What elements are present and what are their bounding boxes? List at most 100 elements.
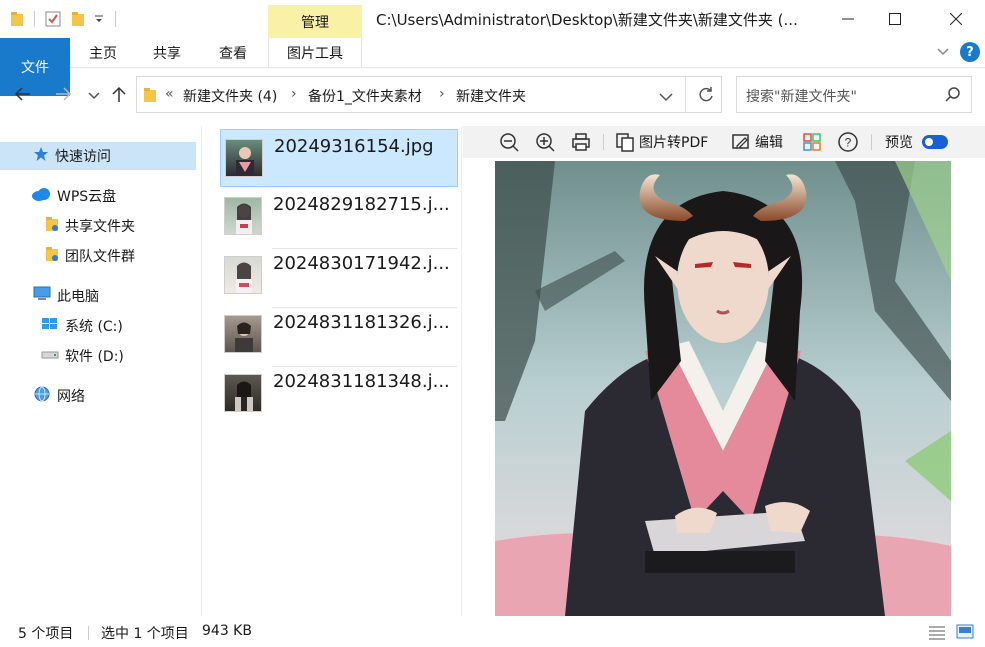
file-name: 20249316154.jpg	[274, 136, 434, 157]
apps-button[interactable]	[802, 130, 822, 154]
folder-icon[interactable]	[10, 11, 24, 27]
selection-count: 选中 1 个项目	[101, 626, 189, 642]
forward-button[interactable]	[54, 85, 72, 107]
up-button[interactable]	[110, 85, 128, 107]
image-thumbnail	[224, 197, 262, 235]
nav-item-software-drive[interactable]: 软件 (D:)	[0, 342, 196, 370]
tab-picture-tools[interactable]: 图片工具	[268, 38, 362, 67]
preview-image	[495, 161, 951, 616]
ribbon: 文件 主页 共享 查看 图片工具 ?	[0, 38, 985, 96]
nav-item-this-pc[interactable]: 此电脑	[0, 282, 196, 310]
list-item[interactable]: 2024830171942.j...	[220, 247, 458, 305]
expand-ribbon-icon[interactable]	[936, 44, 950, 62]
edit-label: 编辑	[755, 135, 783, 151]
file-name: 2024831181348.j...	[273, 371, 450, 392]
maximize-icon	[889, 13, 901, 25]
breadcrumb-item[interactable]: 新建文件夹	[456, 86, 526, 106]
nav-item-wps[interactable]: WPS云盘	[0, 182, 196, 210]
nav-item-label: 系统 (C:)	[65, 319, 123, 335]
pane-divider[interactable]	[201, 126, 202, 616]
back-button[interactable]	[14, 85, 32, 107]
network-icon	[33, 386, 51, 406]
nav-item-quick-access[interactable]: 快速访问	[0, 142, 196, 170]
quick-access-toolbar	[10, 8, 126, 30]
pdf-convert-icon	[616, 133, 634, 152]
list-item[interactable]: 2024831181348.j...	[220, 365, 458, 423]
search-icon[interactable]	[945, 86, 961, 106]
search-box[interactable]: 搜索"新建文件夹"	[736, 76, 972, 113]
zoom-out-icon	[500, 133, 519, 152]
tab-home[interactable]: 主页	[72, 38, 134, 67]
image-thumbnail	[225, 139, 263, 177]
drive-icon	[41, 346, 59, 366]
list-item[interactable]: 2024831181326.j...	[220, 306, 458, 364]
preview-toggle-label: 预览	[885, 135, 913, 151]
pane-divider[interactable]	[461, 126, 462, 616]
breadcrumb-item[interactable]: 新建文件夹 (4)	[183, 86, 277, 106]
refresh-icon	[699, 87, 713, 102]
tab-view[interactable]: 查看	[200, 38, 266, 67]
help-icon[interactable]: ?	[960, 42, 980, 62]
printer-icon	[572, 133, 590, 151]
close-button[interactable]	[933, 0, 979, 38]
search-input[interactable]: 搜索"新建文件夹"	[746, 86, 857, 106]
star-icon	[33, 146, 49, 166]
image-to-pdf-label: 图片转PDF	[639, 135, 709, 151]
refresh-button[interactable]	[697, 86, 715, 108]
nav-item-label: 软件 (D:)	[65, 349, 124, 365]
file-list: 20249316154.jpg 2024829182715.j... 20248…	[210, 126, 460, 616]
nav-item-label: 团队文件群	[65, 249, 135, 265]
preview-toggle[interactable]: 预览	[885, 130, 948, 154]
tab-share[interactable]: 共享	[136, 38, 198, 67]
breadcrumb-item[interactable]: 备份1_文件夹素材	[308, 86, 422, 106]
image-to-pdf-button[interactable]: 图片转PDF	[615, 130, 708, 154]
nav-item-team-folder[interactable]: 团队文件群	[0, 242, 196, 270]
arrow-left-icon	[14, 87, 30, 101]
image-thumbnail	[224, 374, 262, 412]
customize-dropdown-icon[interactable]	[93, 11, 105, 27]
nav-item-network[interactable]: 网络	[0, 382, 196, 410]
print-button[interactable]	[571, 130, 591, 154]
new-folder-icon[interactable]	[71, 11, 85, 27]
zoom-in-button[interactable]	[535, 130, 555, 154]
breadcrumb-separator-icon[interactable]: ›	[439, 86, 445, 102]
manage-tab[interactable]: 管理	[268, 5, 362, 38]
recent-locations-button[interactable]	[88, 89, 100, 105]
close-icon	[950, 13, 962, 25]
toggle-switch[interactable]	[922, 135, 948, 149]
chevron-down-icon	[659, 93, 673, 102]
details-view-button[interactable]	[928, 624, 946, 644]
folder-icon	[143, 87, 157, 107]
nav-item-shared-folder[interactable]: 共享文件夹	[0, 212, 196, 240]
maximize-button[interactable]	[872, 0, 918, 38]
properties-icon[interactable]	[45, 11, 61, 27]
preview-toolbar: 图片转PDF 编辑 ? 预览	[463, 126, 985, 158]
breadcrumb-overflow[interactable]: «	[165, 86, 174, 102]
arrow-up-icon	[112, 86, 126, 102]
list-item[interactable]: 2024829182715.j...	[220, 188, 458, 246]
edit-icon	[732, 134, 749, 149]
address-dropdown-button[interactable]	[659, 90, 673, 106]
nav-item-label: 此电脑	[57, 289, 99, 305]
zoom-in-icon	[536, 133, 555, 152]
title-bar: 管理 C:\Users\Administrator\Desktop\新建文件夹\…	[0, 0, 985, 38]
minimize-button[interactable]	[825, 0, 871, 38]
list-item[interactable]: 20249316154.jpg	[220, 129, 458, 187]
svg-text:?: ?	[845, 136, 852, 150]
nav-item-system-drive[interactable]: 系统 (C:)	[0, 312, 196, 340]
minimize-icon	[842, 18, 854, 20]
zoom-out-button[interactable]	[499, 130, 519, 154]
address-row: « 新建文件夹 (4) › 备份1_文件夹素材 › 新建文件夹 搜索"新建文件夹…	[0, 72, 985, 118]
edit-button[interactable]: 编辑	[731, 130, 783, 154]
large-icons-view-button[interactable]	[956, 623, 974, 645]
windows-drive-icon	[41, 316, 59, 336]
address-bar[interactable]: « 新建文件夹 (4) › 备份1_文件夹素材 › 新建文件夹	[136, 76, 722, 113]
breadcrumb-separator-icon[interactable]: ›	[291, 86, 297, 102]
image-thumbnail	[224, 315, 262, 353]
computer-icon	[33, 286, 51, 306]
help-button[interactable]: ?	[837, 130, 859, 154]
large-icons-view-icon	[956, 624, 974, 639]
navigation-pane: 快速访问 WPS云盘 共享文件夹 团队文件群 此电脑 系统 (C:) 软件 (D…	[0, 126, 200, 616]
question-icon: ?	[838, 132, 858, 152]
chevron-down-icon	[88, 92, 100, 100]
